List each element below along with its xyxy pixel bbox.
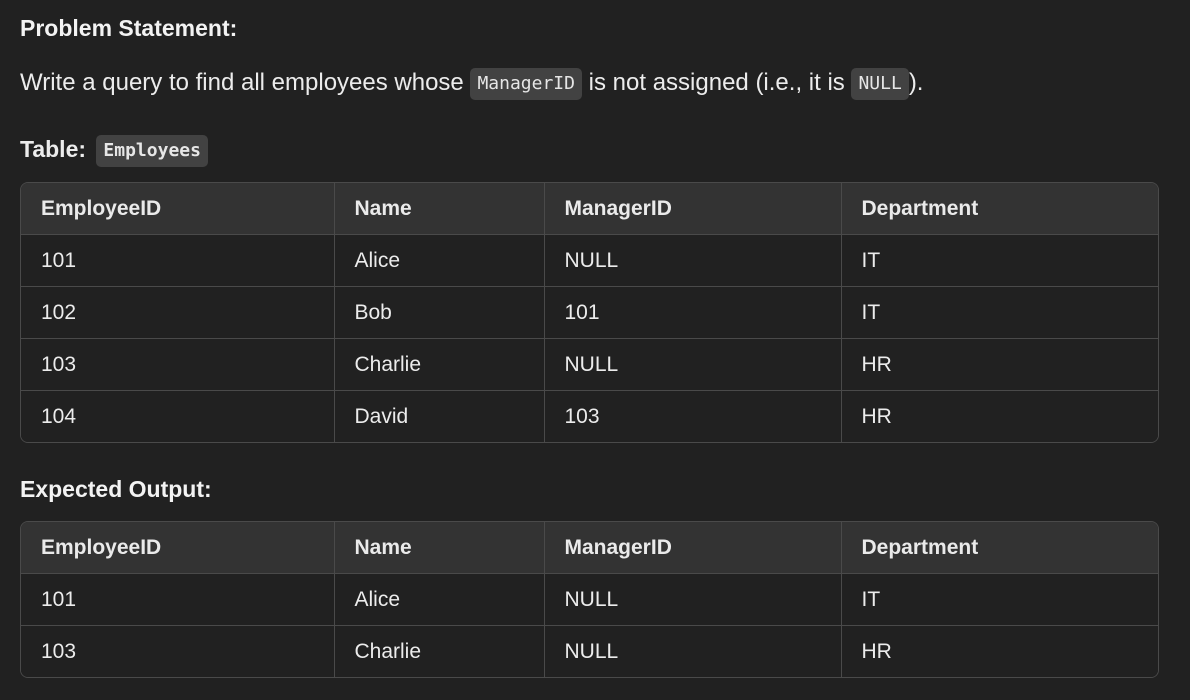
cell-department: HR	[841, 338, 1158, 391]
expected-output-table: EmployeeID Name ManagerID Department 101…	[20, 521, 1159, 678]
table-label: Table: Employees	[20, 135, 208, 167]
table-row: 102 Bob 101 IT	[21, 286, 1158, 339]
cell-managerid: NULL	[544, 573, 842, 626]
problem-statement-heading: Problem Statement:	[20, 15, 238, 41]
table-header-row: EmployeeID Name ManagerID Department	[21, 522, 1158, 574]
cell-department: IT	[841, 234, 1158, 287]
table-row: 101 Alice NULL IT	[21, 234, 1158, 287]
column-header-employeeid: EmployeeID	[21, 522, 335, 574]
column-header-department: Department	[841, 522, 1158, 574]
cell-department: IT	[841, 573, 1158, 626]
cell-managerid: NULL	[544, 338, 842, 391]
cell-name: Alice	[334, 573, 545, 626]
expected-output-heading: Expected Output:	[20, 476, 212, 502]
cell-department: HR	[841, 625, 1158, 677]
table-row: 101 Alice NULL IT	[21, 573, 1158, 626]
table-row: 103 Charlie NULL HR	[21, 338, 1158, 391]
table-header-row: EmployeeID Name ManagerID Department	[21, 183, 1158, 235]
inline-code-table-name: Employees	[96, 135, 208, 167]
table-row: 103 Charlie NULL HR	[21, 625, 1158, 677]
cell-name: Bob	[334, 286, 545, 339]
statement-text-middle: is not assigned (i.e., it is	[582, 69, 852, 96]
cell-name: Alice	[334, 234, 545, 287]
cell-employeeid: 102	[21, 286, 335, 339]
column-header-name: Name	[334, 522, 545, 574]
table-label-prefix: Table:	[20, 136, 87, 162]
cell-name: Charlie	[334, 625, 545, 677]
problem-statement-text: Write a query to find all employees whos…	[20, 66, 923, 100]
cell-managerid: NULL	[544, 234, 842, 287]
table-row: 104 David 103 HR	[21, 390, 1158, 442]
cell-employeeid: 101	[21, 234, 335, 287]
column-header-employeeid: EmployeeID	[21, 183, 335, 235]
statement-text-before: Write a query to find all employees whos…	[20, 69, 471, 96]
column-header-managerid: ManagerID	[544, 522, 842, 574]
column-header-department: Department	[841, 183, 1158, 235]
cell-name: Charlie	[334, 338, 545, 391]
cell-employeeid: 101	[21, 573, 335, 626]
column-header-name: Name	[334, 183, 545, 235]
cell-employeeid: 103	[21, 625, 335, 677]
cell-employeeid: 104	[21, 390, 335, 442]
cell-managerid: NULL	[544, 625, 842, 677]
inline-code-null: NULL	[851, 68, 909, 100]
cell-department: IT	[841, 286, 1158, 339]
cell-name: David	[334, 390, 545, 442]
cell-managerid: 101	[544, 286, 842, 339]
cell-employeeid: 103	[21, 338, 335, 391]
statement-text-after: ).	[908, 69, 924, 96]
column-header-managerid: ManagerID	[544, 183, 842, 235]
cell-department: HR	[841, 390, 1158, 442]
cell-managerid: 103	[544, 390, 842, 442]
employees-table: EmployeeID Name ManagerID Department 101…	[20, 182, 1159, 443]
inline-code-managerid: ManagerID	[470, 68, 582, 100]
